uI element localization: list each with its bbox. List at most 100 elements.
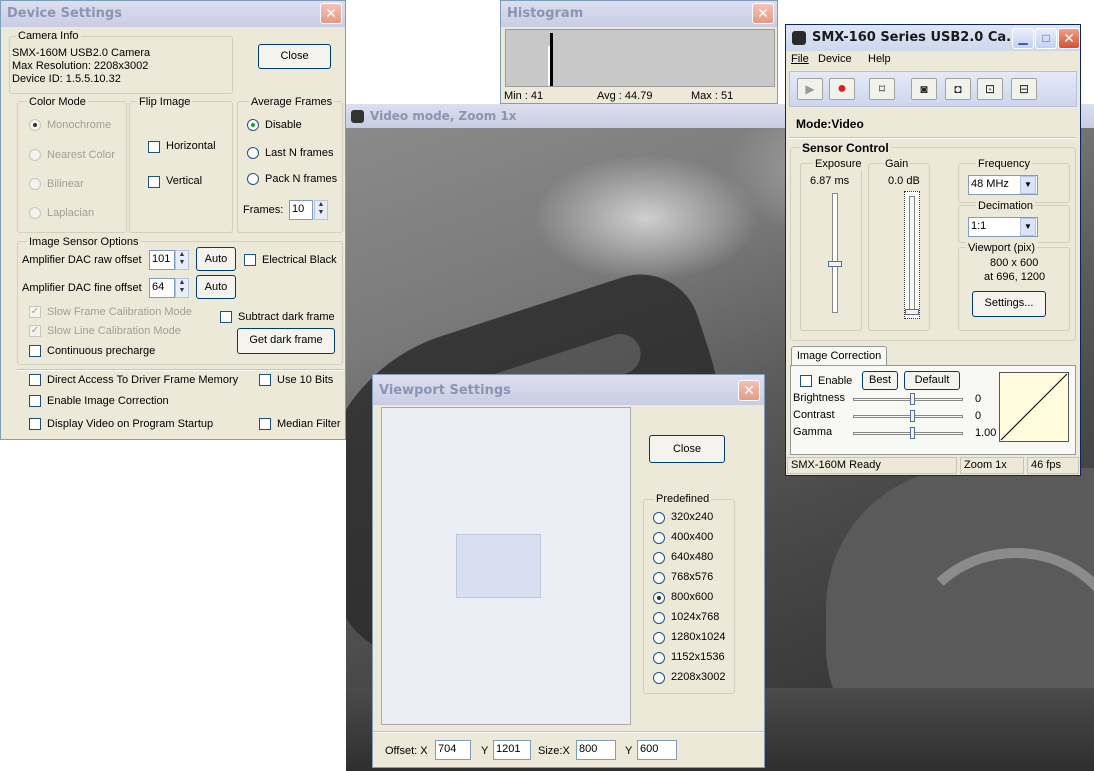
frames-input[interactable]: 10 (289, 200, 313, 220)
viewport-preview[interactable] (381, 407, 631, 725)
raw-offset-input[interactable]: 101 (149, 250, 175, 270)
gain-slider-thumb[interactable] (905, 309, 919, 315)
video-capture-icon[interactable]: ⊡ (977, 78, 1003, 100)
checkbox-display-video-startup[interactable] (29, 418, 41, 430)
snapshot-icon[interactable]: ◙ (911, 78, 937, 100)
checkbox-use-10-bits[interactable] (259, 374, 271, 386)
chevron-down-icon[interactable]: ▼ (1020, 218, 1036, 236)
camera-max-resolution: Max Resolution: 2208x3002 (12, 60, 149, 72)
best-button[interactable]: Best (862, 371, 898, 390)
radio-bilinear[interactable] (29, 178, 41, 190)
fine-offset-input[interactable]: 64 (149, 278, 175, 298)
checkbox-slow-line-calibration[interactable]: ✓ (29, 325, 41, 337)
snapshot-settings-icon[interactable]: ◘ (945, 78, 971, 100)
gamma-slider-thumb[interactable] (910, 427, 915, 439)
size-y-input[interactable]: 600 (637, 740, 677, 760)
menu-file[interactable]: File (791, 53, 809, 65)
brightness-slider-thumb[interactable] (910, 393, 915, 405)
color-mode-legend: Color Mode (27, 96, 88, 108)
checkbox-electrical-black[interactable] (244, 254, 256, 266)
radio-viewport-768x576[interactable] (653, 572, 665, 584)
fine-offset-spinner[interactable]: ▲ ▼ (175, 278, 189, 298)
contrast-slider-thumb[interactable] (910, 410, 915, 422)
exposure-group (800, 163, 862, 331)
viewport-settings-button[interactable]: Settings... (972, 291, 1046, 317)
viewport-position: at 696, 1200 (984, 271, 1046, 283)
checkbox-enable[interactable] (800, 375, 812, 387)
brightness-slider[interactable] (853, 398, 963, 401)
radio-pack-n-frames[interactable] (247, 173, 259, 185)
viewport-rect[interactable] (456, 534, 541, 598)
status-fps: 46 fps (1027, 457, 1079, 474)
fine-offset-auto-button[interactable]: Auto (196, 275, 236, 299)
checkbox-horizontal[interactable] (148, 141, 160, 153)
menu-help[interactable]: Help (868, 53, 891, 65)
device-settings-window[interactable]: Device Settings ✕ Camera Info SMX-160M U… (0, 0, 346, 440)
close-icon[interactable]: ✕ (1058, 28, 1080, 49)
radio-disable[interactable] (247, 119, 259, 131)
radio-viewport-320x240[interactable] (653, 512, 665, 524)
status-bar: SMX-160M Ready Zoom 1x 46 fps (787, 457, 1079, 475)
get-dark-frame-button[interactable]: Get dark frame (237, 328, 335, 354)
histogram-window[interactable]: Histogram ✕ Min : 41 Avg : 44.79 Max : 5… (500, 0, 778, 104)
minimize-icon[interactable]: ▁ (1012, 28, 1034, 49)
radio-last-n-frames[interactable] (247, 147, 259, 159)
size-x-input[interactable]: 800 (576, 740, 616, 760)
status-ready: SMX-160M Ready (787, 457, 957, 474)
tab-image-correction[interactable]: Image Correction (791, 346, 887, 366)
radio-laplacian[interactable] (29, 207, 41, 219)
maximize-icon[interactable]: □ (1035, 28, 1057, 49)
close-icon[interactable]: ✕ (320, 3, 342, 24)
raw-offset-spinner[interactable]: ▲ ▼ (175, 250, 189, 270)
chevron-down-icon[interactable]: ▼ (1020, 176, 1036, 194)
contrast-slider[interactable] (853, 415, 963, 418)
record-icon[interactable]: ● (829, 78, 855, 100)
fit-icon[interactable]: ⌑ (869, 78, 895, 100)
checkbox-subtract-dark-frame[interactable] (220, 311, 232, 323)
offset-x-input[interactable]: 704 (435, 740, 471, 760)
video-stop-icon[interactable]: ⊟ (1011, 78, 1037, 100)
viewport-settings-window[interactable]: Viewport Settings ✕ Close Predefined 320… (372, 374, 765, 768)
gain-group (868, 163, 930, 331)
raw-offset-auto-button[interactable]: Auto (196, 247, 236, 271)
label-viewport-800x600: 800x600 (671, 591, 714, 603)
checkbox-vertical[interactable] (148, 176, 160, 188)
offset-y-input[interactable]: 1201 (493, 740, 531, 760)
close-icon[interactable]: ✕ (752, 3, 774, 24)
radio-viewport-640x480[interactable] (653, 552, 665, 564)
close-button[interactable]: Close (258, 44, 331, 69)
camera-main-window[interactable]: SMX-160 Series USB2.0 Ca... ▁ □ ✕ File D… (785, 24, 1081, 476)
radio-viewport-400x400[interactable] (653, 532, 665, 544)
exposure-slider-thumb[interactable] (828, 261, 842, 267)
play-icon[interactable]: ▶ (797, 78, 823, 100)
gain-slider[interactable] (904, 191, 920, 319)
radio-viewport-1152x1536[interactable] (653, 652, 665, 664)
radio-viewport-1024x768[interactable] (653, 612, 665, 624)
close-icon[interactable]: ✕ (738, 380, 760, 401)
radio-viewport-1280x1024[interactable] (653, 632, 665, 644)
radio-nearest-color[interactable] (29, 149, 41, 161)
checkbox-continuous-precharge[interactable] (29, 345, 41, 357)
label-direct-access: Direct Access To Driver Frame Memory (47, 374, 239, 386)
label-enable: Enable (818, 375, 853, 387)
device-settings-titlebar[interactable]: Device Settings (1, 1, 345, 27)
histogram-titlebar[interactable]: Histogram (501, 1, 777, 27)
close-button[interactable]: Close (649, 435, 725, 463)
offset-x-label: Offset: X (385, 745, 428, 757)
checkbox-slow-frame-calibration[interactable]: ✓ (29, 306, 41, 318)
camera-device-id: Device ID: 1.5.5.10.32 (12, 73, 121, 85)
default-button[interactable]: Default (904, 371, 960, 390)
checkbox-enable-image-correction[interactable] (29, 395, 41, 407)
frames-spinner[interactable]: ▲ ▼ (314, 200, 328, 220)
exposure-slider[interactable] (832, 193, 838, 313)
size-x-label: Size:X (538, 745, 570, 757)
checkbox-direct-access[interactable] (29, 374, 41, 386)
radio-viewport-800x600[interactable] (653, 592, 665, 604)
fine-offset-label: Amplifier DAC fine offset (22, 282, 142, 294)
viewport-settings-titlebar[interactable]: Viewport Settings (373, 375, 764, 405)
menu-device[interactable]: Device (818, 53, 852, 65)
gamma-slider[interactable] (853, 432, 963, 435)
radio-viewport-2208x3002[interactable] (653, 672, 665, 684)
checkbox-median-filter[interactable] (259, 418, 271, 430)
radio-monochrome[interactable] (29, 119, 41, 131)
